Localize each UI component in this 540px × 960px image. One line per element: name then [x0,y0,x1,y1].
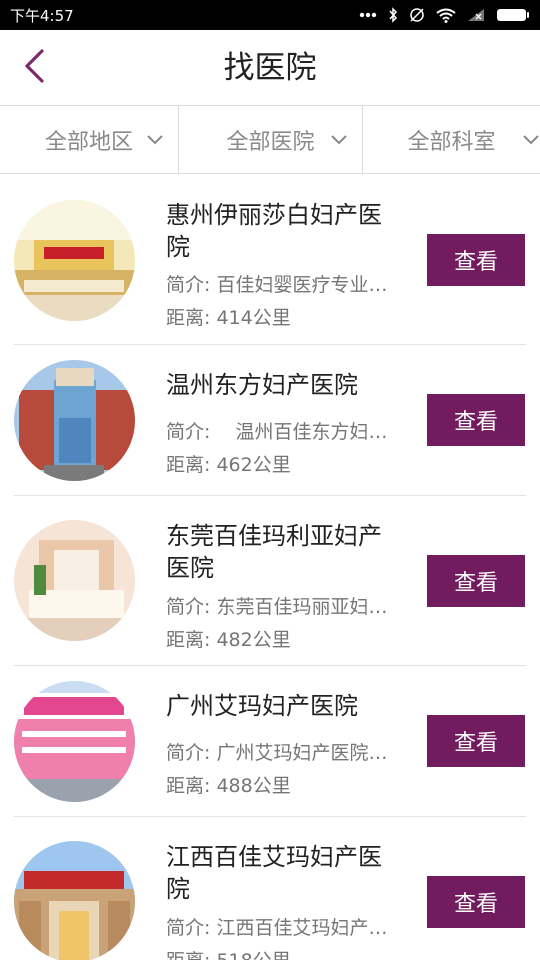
view-button[interactable]: 查看 [427,394,525,446]
region-filter-label: 全部地区 [44,130,133,155]
list-item[interactable]: 温州东方妇产医院 简介: 温州百佳东方妇产医院 距离: 462公里 查看 [0,345,540,496]
battery-icon [496,8,530,22]
hospital-name: 惠州伊丽莎白妇产医院 [166,201,382,261]
chevron-down-icon [522,131,540,150]
view-button[interactable]: 查看 [427,876,525,928]
view-button[interactable]: 查看 [427,555,525,607]
list-item[interactable]: 江西百佳艾玛妇产医院 简介: 江西百佳艾玛妇产医院 距离: 518公里 查看 [0,817,540,960]
hospital-name: 江西百佳艾玛妇产医院 [166,843,382,903]
header: 找医院 [0,30,540,106]
department-filter[interactable]: 全部科室 [362,106,540,174]
bluetooth-icon [388,7,398,23]
hospital-intro: 简介: 东莞百佳玛丽亚妇产医院 [166,596,406,618]
signal-icon [467,8,485,22]
hospital-intro: 简介: 广州艾玛妇产医院是一家 [166,742,406,764]
hospital-photo [14,200,135,321]
wifi-icon [436,8,456,23]
hospital-distance: 距离: 518公里 [166,946,291,960]
hospital-intro: 简介: 江西百佳艾玛妇产医院 [166,917,406,939]
filter-bar: 全部地区 全部医院 全部科室 [0,106,540,174]
hospital-intro: 简介: 百佳妇婴医疗专业集团旗下 [166,274,406,296]
hospital-distance: 距离: 482公里 [166,629,291,651]
hospital-photo [14,841,135,960]
list-item[interactable]: 惠州伊丽莎白妇产医院 简介: 百佳妇婴医疗专业集团旗下 距离: 414公里 查看 [0,175,540,345]
chevron-down-icon [146,131,164,150]
hospital-name: 广州艾玛妇产医院 [166,692,358,720]
status-bar: 下午4:57 [0,0,540,30]
hospital-filter[interactable]: 全部医院 [178,106,362,174]
list-item[interactable]: 东莞百佳玛利亚妇产医院 简介: 东莞百佳玛丽亚妇产医院 距离: 482公里 查看 [0,496,540,666]
hospital-photo [14,681,135,802]
hospital-distance: 距离: 488公里 [166,775,291,797]
hospital-photo [14,520,135,641]
list-item[interactable]: 广州艾玛妇产医院 简介: 广州艾玛妇产医院是一家 距离: 488公里 查看 [0,666,540,817]
hospital-intro: 简介: 温州百佳东方妇产医院 [166,421,406,443]
dots-icon [359,12,377,18]
view-button[interactable]: 查看 [427,715,525,767]
hospital-name: 东莞百佳玛利亚妇产医院 [166,522,382,582]
hospital-filter-label: 全部医院 [226,130,315,155]
hospital-photo [14,360,135,481]
hospital-name: 温州东方妇产医院 [166,371,358,399]
page-title: 找医院 [223,50,317,86]
chevron-down-icon [330,131,348,150]
status-icons [359,7,530,23]
hospital-distance: 距离: 414公里 [166,307,291,329]
status-time: 下午4:57 [10,6,74,25]
mute-icon [409,7,425,23]
hospital-distance: 距离: 462公里 [166,454,291,476]
department-filter-label: 全部科室 [407,130,496,155]
view-button[interactable]: 查看 [427,234,525,286]
region-filter[interactable]: 全部地区 [0,106,178,174]
